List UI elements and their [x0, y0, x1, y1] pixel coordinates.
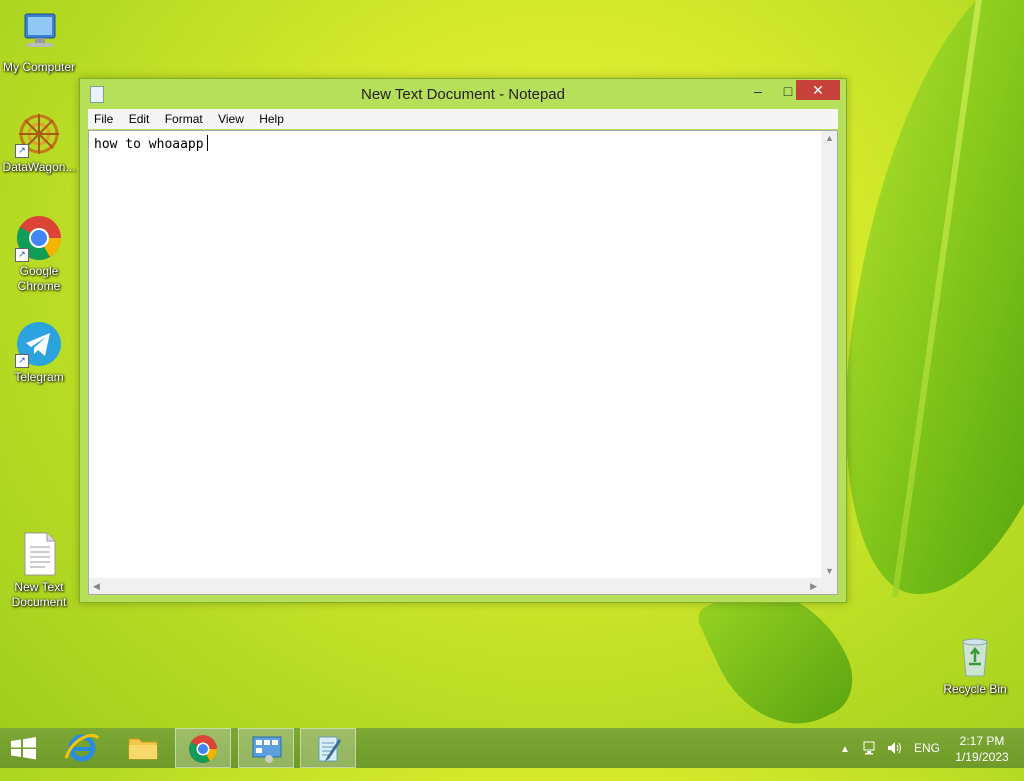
desktop-icon-my-computer[interactable]: My Computer	[1, 10, 77, 75]
close-button[interactable]: ✕	[796, 80, 840, 100]
desktop-icon-label: Telegram	[14, 370, 64, 384]
telegram-icon: ↗	[15, 320, 63, 368]
clock-date: 1/19/2023	[955, 750, 1009, 764]
speaker-icon	[888, 742, 901, 754]
horizontal-scrollbar[interactable]: ◀ ▶	[89, 578, 821, 594]
clock-time: 2:17 PM	[959, 734, 1005, 748]
chevron-up-icon: ▲	[840, 744, 850, 755]
taskbar: ▲ ENG 2:17 PM 1/19/2023	[0, 728, 1024, 768]
menu-format[interactable]: Format	[159, 109, 209, 126]
menu-file[interactable]: File	[88, 109, 119, 126]
folder-icon	[128, 738, 158, 760]
text-caret	[206, 135, 208, 151]
show-hidden-icons-button[interactable]: ▲	[840, 741, 852, 781]
desktop-icon-label: DataWagon...	[2, 160, 76, 174]
network-icon	[863, 741, 875, 755]
notepad-window[interactable]: New Text Document - Notepad – □ ✕ File E…	[79, 78, 847, 603]
desktop-icon-telegram[interactable]: ↗ Telegram	[1, 320, 77, 385]
taskbar-notepad[interactable]	[300, 728, 356, 768]
editor-content: how to whoaapp	[94, 135, 208, 152]
wallpaper-leaf	[816, 0, 1024, 614]
menu-edit[interactable]: Edit	[123, 109, 156, 126]
language-indicator[interactable]: ENG	[914, 741, 942, 781]
start-button[interactable]	[0, 728, 48, 768]
title-bar[interactable]: New Text Document - Notepad – □ ✕	[80, 79, 846, 109]
resize-grip-icon[interactable]	[821, 578, 837, 594]
desktop-icon-label: Recycle Bin	[943, 682, 1007, 696]
notepad-icon	[318, 736, 341, 762]
internet-explorer-icon	[64, 734, 100, 762]
menu-view[interactable]: View	[212, 109, 250, 126]
scroll-up-icon[interactable]: ▲	[825, 133, 834, 143]
datawagon-icon: ↗	[15, 110, 63, 158]
desktop-icon-recycle-bin[interactable]: Recycle Bin	[937, 632, 1013, 697]
taskbar-internet-explorer[interactable]	[54, 728, 110, 768]
taskbar-clock[interactable]: 2:17 PM 1/19/2023	[946, 733, 1018, 765]
minimize-button[interactable]: –	[744, 81, 772, 101]
control-panel-icon	[252, 736, 282, 763]
network-tray-icon[interactable]	[862, 740, 880, 780]
menu-help[interactable]: Help	[253, 109, 290, 126]
desktop-icon-label: New Text Document	[11, 580, 67, 609]
chrome-icon: ↗	[15, 214, 63, 262]
desktop-icon-google-chrome[interactable]: ↗ Google Chrome	[1, 214, 77, 294]
scroll-right-icon[interactable]: ▶	[810, 581, 817, 592]
windows-logo-icon	[11, 737, 36, 760]
computer-icon	[15, 10, 63, 58]
desktop-icon-label: Google Chrome	[17, 264, 61, 293]
text-editor-area[interactable]: how to whoaapp ▲ ▼ ◀ ▶	[88, 130, 838, 595]
text-document-icon	[15, 530, 63, 578]
shortcut-arrow-icon: ↗	[15, 248, 29, 262]
taskbar-control-panel[interactable]	[238, 728, 294, 768]
desktop-icon-new-text-document[interactable]: New Text Document	[1, 530, 77, 610]
scroll-left-icon[interactable]: ◀	[93, 581, 100, 592]
taskbar-google-chrome[interactable]	[175, 728, 231, 768]
recycle-bin-icon	[951, 632, 999, 680]
scroll-down-icon[interactable]: ▼	[825, 566, 834, 576]
taskbar-file-explorer[interactable]	[115, 728, 171, 768]
shortcut-arrow-icon: ↗	[15, 144, 29, 158]
window-title: New Text Document - Notepad	[361, 86, 565, 103]
chrome-icon	[189, 735, 217, 763]
desktop-icon-label: My Computer	[2, 60, 76, 74]
menu-bar: File Edit Format View Help	[88, 109, 838, 129]
volume-tray-icon[interactable]	[886, 740, 904, 780]
desktop-icon-datawagon[interactable]: ↗ DataWagon...	[1, 110, 77, 175]
editor-text: how to whoaapp	[94, 137, 204, 152]
vertical-scrollbar[interactable]: ▲ ▼	[821, 131, 837, 578]
shortcut-arrow-icon: ↗	[15, 354, 29, 368]
